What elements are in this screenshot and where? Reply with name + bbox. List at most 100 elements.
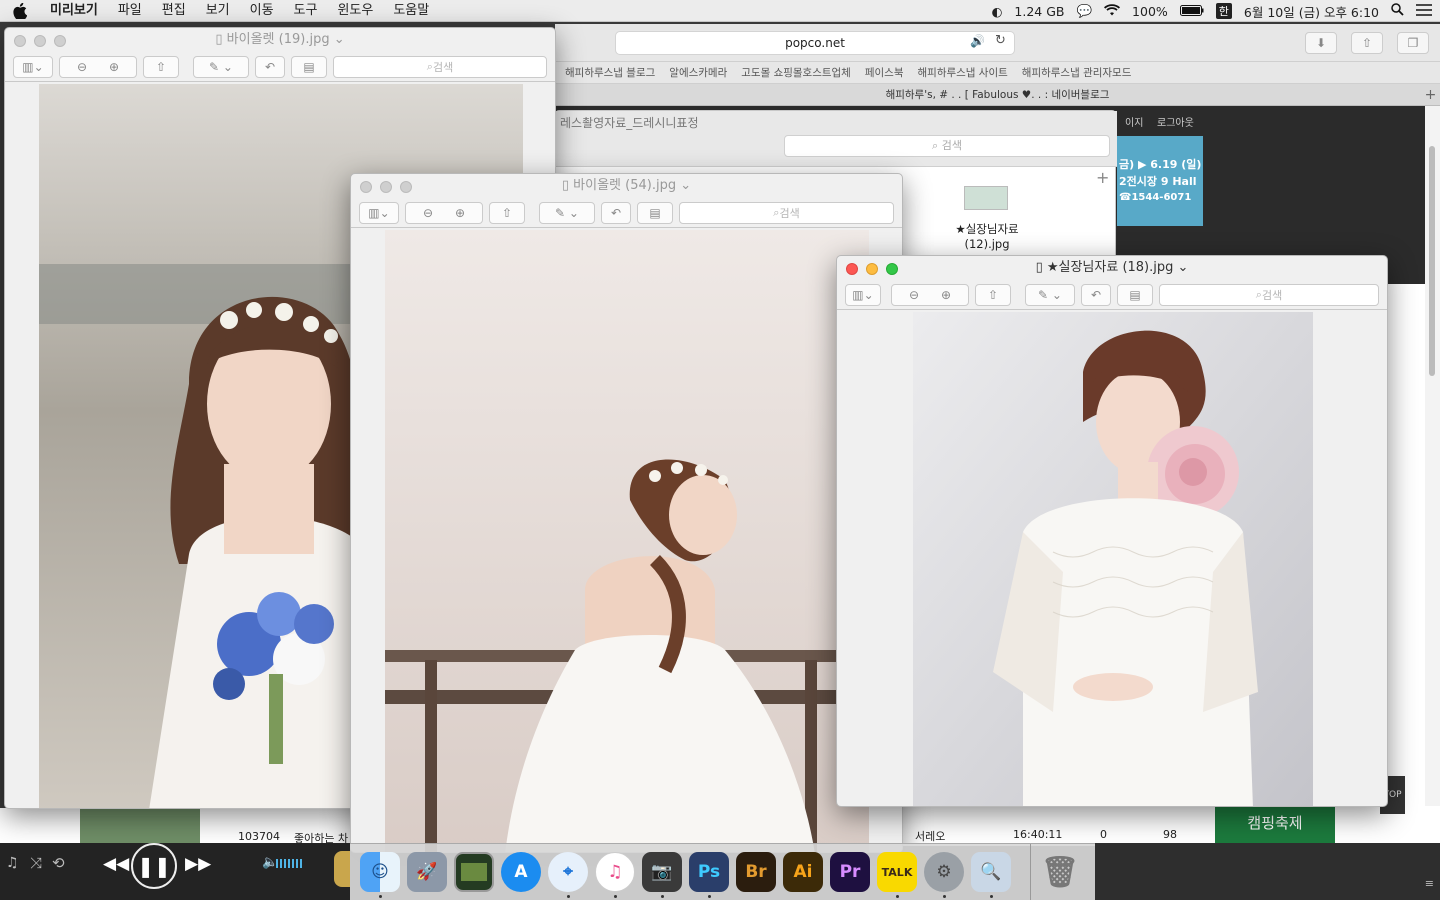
chevron-down-icon[interactable]: ⌄ <box>676 178 691 193</box>
trash-icon[interactable]: 🗑 <box>1040 852 1080 892</box>
rotate-button[interactable]: ↶ <box>255 55 285 78</box>
audio-icon[interactable]: 🔊 <box>970 34 985 48</box>
chevron-down-icon[interactable]: ⌄ <box>330 32 345 47</box>
zoom-button[interactable] <box>886 263 898 275</box>
close-button[interactable] <box>14 35 26 47</box>
finder-search-field[interactable]: ⌕ 검색 <box>784 135 1110 157</box>
menu-view[interactable]: 보기 <box>196 0 240 22</box>
zoom-button[interactable] <box>54 35 66 47</box>
file-thumbnail[interactable] <box>964 186 1008 210</box>
zoom-in-icon[interactable]: ⊕ <box>109 60 119 74</box>
search-field[interactable]: ⌕ 검색 <box>1159 283 1379 306</box>
repeat-icon[interactable]: ⟲ <box>52 854 65 872</box>
minimize-button[interactable] <box>866 263 878 275</box>
itunes-icon[interactable]: ♫ <box>595 852 635 892</box>
preview-app-icon[interactable]: 🔍 <box>971 852 1011 892</box>
memory-icon[interactable]: ◐ <box>991 4 1002 19</box>
notification-center-icon[interactable] <box>1416 3 1432 19</box>
input-source-indicator[interactable]: 한 <box>1215 3 1232 19</box>
chevron-down-icon[interactable]: ⌄ <box>1173 260 1189 275</box>
address-bar[interactable]: popco.net <box>615 31 1015 55</box>
toolbox-button[interactable]: ▤ <box>637 201 673 224</box>
previous-track-icon[interactable]: ◀◀ <box>103 854 129 874</box>
close-button[interactable] <box>360 181 372 193</box>
share-button[interactable]: ⇧ <box>1351 32 1383 54</box>
festival-banner[interactable]: 캠핑축제 <box>1215 806 1335 844</box>
kakaotalk-icon[interactable]: TALK <box>877 852 917 892</box>
apple-menu-icon[interactable] <box>0 0 40 22</box>
toolbox-button[interactable]: ▤ <box>291 55 327 78</box>
spotlight-icon[interactable] <box>1391 3 1404 19</box>
system-preferences-icon[interactable]: ⚙ <box>924 852 964 892</box>
zoom-out-icon[interactable]: ⊖ <box>909 288 919 302</box>
ad-banner[interactable]: 금) ▶ 6.19 (일) 2전시장 9 Hall ☎1544-6071 <box>1117 136 1203 226</box>
photo-booth-icon[interactable] <box>454 852 494 892</box>
illustrator-icon[interactable]: Ai <box>783 852 823 892</box>
zoom-in-icon[interactable]: ⊕ <box>455 206 465 220</box>
markup-button[interactable]: ✎ ⌄ <box>539 201 595 224</box>
menu-file[interactable]: 파일 <box>108 0 152 22</box>
zoom-out-icon[interactable]: ⊖ <box>423 206 433 220</box>
favorite-link[interactable]: 페이스북 <box>865 65 904 80</box>
header-link[interactable]: 이지 <box>1125 114 1143 129</box>
sidebar-toggle-button[interactable]: ▥⌄ <box>13 55 53 78</box>
chat-icon[interactable]: 💬 <box>1076 3 1092 19</box>
tabs-overview-button[interactable]: ❐ <box>1397 32 1429 54</box>
finder-file-name[interactable]: ★실장님자료 (12).jpg <box>932 221 1042 251</box>
menu-tools[interactable]: 도구 <box>284 0 328 22</box>
memory-readout[interactable]: 1.24 GB <box>1014 4 1064 19</box>
reload-icon[interactable]: ↻ <box>995 33 1006 48</box>
minimize-button[interactable] <box>380 181 392 193</box>
search-field[interactable]: ⌕ 검색 <box>333 55 547 78</box>
new-tab-icon[interactable]: + <box>1421 84 1440 106</box>
favorite-link[interactable]: 해피하루스냅 관리자모드 <box>1022 65 1132 80</box>
next-track-icon[interactable]: ▶▶ <box>185 854 211 874</box>
markup-button[interactable]: ✎ ⌄ <box>193 55 249 78</box>
pause-button[interactable]: ❚❚ <box>131 843 177 889</box>
menu-lines-icon[interactable]: ≡ <box>1425 877 1434 890</box>
logout-link[interactable]: 로그아웃 <box>1157 114 1194 129</box>
safari-icon[interactable]: ⌖ <box>548 852 588 892</box>
search-field[interactable]: ⌕ 검색 <box>679 201 894 224</box>
share-button[interactable]: ⇧ <box>143 55 179 78</box>
markup-button[interactable]: ✎ ⌄ <box>1025 283 1075 306</box>
wifi-icon[interactable] <box>1104 3 1121 19</box>
favorite-link[interactable]: 알에스카메라 <box>669 65 727 80</box>
favorite-link[interactable]: 해피하루스냅 블로그 <box>565 65 655 80</box>
favorite-link[interactable]: 해피하루스냅 사이트 <box>918 65 1008 80</box>
active-tab[interactable]: 해피하루's, # . . [ Fabulous ♥. . : 네이버블로그 <box>555 84 1440 106</box>
finder-icon[interactable]: ☺ <box>360 852 400 892</box>
share-button[interactable]: ⇧ <box>975 283 1011 306</box>
menu-help[interactable]: 도움말 <box>383 0 439 22</box>
launchpad-icon[interactable]: 🚀 <box>407 852 447 892</box>
toolbox-button[interactable]: ▤ <box>1117 283 1153 306</box>
clock[interactable]: 6월 10일 (금) 오후 6:10 <box>1244 2 1379 21</box>
scrollbar[interactable] <box>1425 106 1440 844</box>
minimize-button[interactable] <box>34 35 46 47</box>
add-icon[interactable]: + <box>1096 168 1109 187</box>
battery-icon[interactable] <box>1179 4 1204 19</box>
rotate-button[interactable]: ↶ <box>1081 283 1111 306</box>
zoom-button[interactable] <box>400 181 412 193</box>
menu-edit[interactable]: 편집 <box>152 0 196 22</box>
volume-slider[interactable] <box>276 859 304 868</box>
share-button[interactable]: ⇧ <box>489 201 525 224</box>
bridge-icon[interactable]: Br <box>736 852 776 892</box>
rotate-button[interactable]: ↶ <box>601 201 631 224</box>
menu-app-name[interactable]: 미리보기 <box>40 0 108 22</box>
camera-app-icon[interactable]: 📷 <box>642 852 682 892</box>
close-button[interactable] <box>846 263 858 275</box>
favorite-link[interactable]: 고도몰 쇼핑몰호스트업체 <box>741 65 851 80</box>
sidebar-toggle-button[interactable]: ▥⌄ <box>845 283 881 306</box>
zoom-in-icon[interactable]: ⊕ <box>941 288 951 302</box>
photoshop-icon[interactable]: Ps <box>689 852 729 892</box>
sidebar-toggle-button[interactable]: ▥⌄ <box>359 201 399 224</box>
menu-window[interactable]: 윈도우 <box>327 0 383 22</box>
menu-go[interactable]: 이동 <box>240 0 284 22</box>
zoom-out-icon[interactable]: ⊖ <box>77 60 87 74</box>
battery-percent[interactable]: 100% <box>1132 4 1168 19</box>
shuffle-icon[interactable]: ⤨ <box>30 854 42 872</box>
premiere-icon[interactable]: Pr <box>830 852 870 892</box>
app-store-icon[interactable]: A <box>501 852 541 892</box>
downloads-button[interactable]: ⬇ <box>1305 32 1337 54</box>
